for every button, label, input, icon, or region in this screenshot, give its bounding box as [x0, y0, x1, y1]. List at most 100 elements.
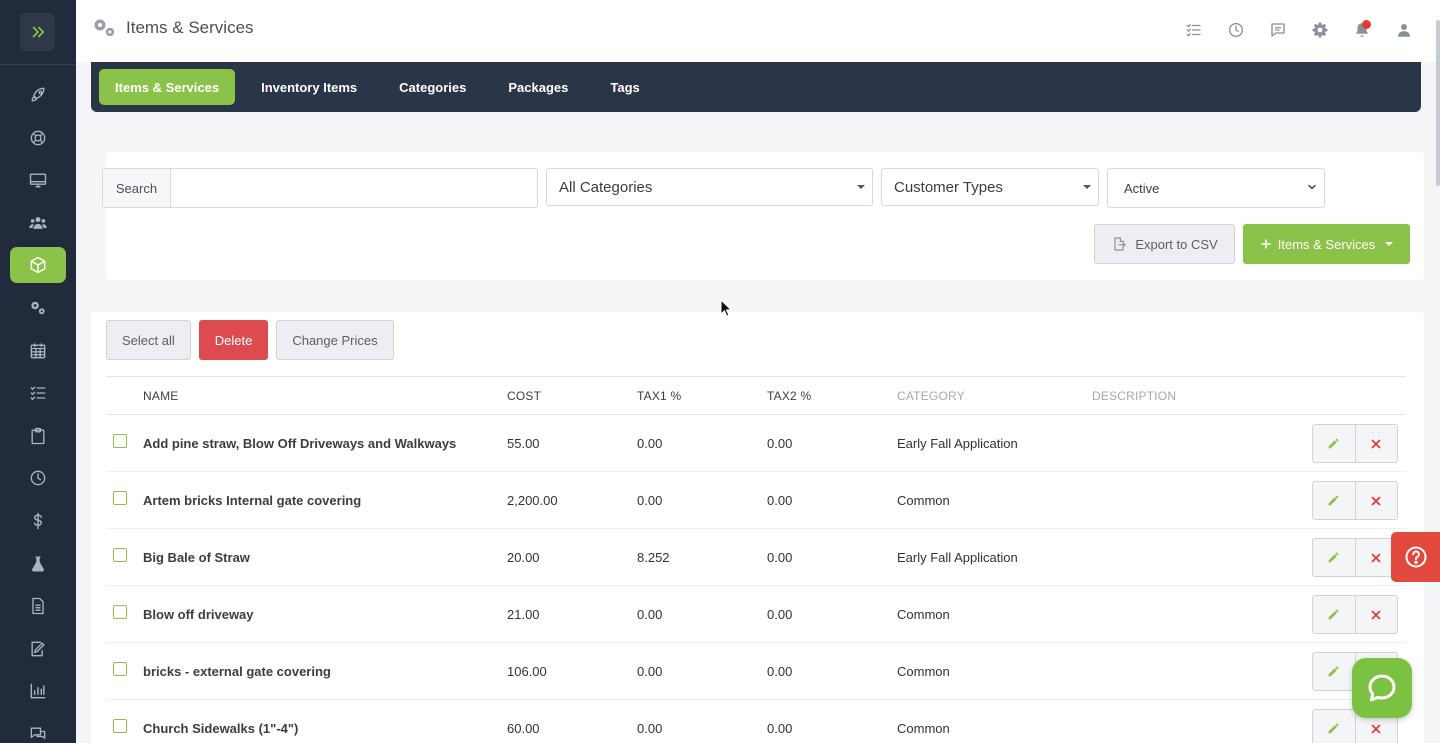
- sidebar: [0, 0, 76, 743]
- pencil-icon: [1328, 609, 1339, 620]
- tab-packages[interactable]: Packages: [492, 69, 584, 105]
- column-header-cost[interactable]: COST: [507, 389, 541, 403]
- pencil-icon: [1328, 723, 1339, 734]
- sidebar-item-customers[interactable]: [10, 205, 66, 241]
- sidebar-item-tasks[interactable]: [10, 375, 66, 411]
- close-icon: [1371, 610, 1381, 619]
- clipboard-icon: [31, 427, 45, 445]
- item-category: Common: [897, 493, 950, 508]
- item-cost: 21.00: [507, 607, 540, 622]
- column-header-tax2[interactable]: TAX2 %: [767, 389, 811, 403]
- category-select[interactable]: All Categories: [546, 168, 873, 206]
- tab-tags[interactable]: Tags: [594, 69, 655, 105]
- search-input[interactable]: [171, 169, 537, 207]
- item-tax1: 8.252: [637, 550, 670, 565]
- sidebar-item-calendar[interactable]: [10, 333, 66, 369]
- edit-button[interactable]: [1313, 710, 1355, 743]
- status-select-value: Active: [1124, 180, 1160, 196]
- sidebar-item-items[interactable]: [10, 247, 66, 283]
- settings-button[interactable]: [1310, 20, 1330, 40]
- item-tax1: 0.00: [637, 721, 663, 736]
- row-checkbox[interactable]: [113, 434, 127, 448]
- sidebar-item-lab[interactable]: [10, 546, 66, 582]
- row-checkbox[interactable]: [113, 491, 127, 505]
- table-row: Add pine straw, Blow Off Driveways and W…: [106, 415, 1406, 472]
- edit-button[interactable]: [1313, 653, 1355, 690]
- notifications-button[interactable]: [1352, 20, 1372, 40]
- edit-document-icon: [31, 641, 45, 657]
- file-export-icon: [1114, 237, 1126, 251]
- export-csv-button[interactable]: Export to CSV: [1094, 224, 1235, 264]
- clock-icon: [1228, 22, 1244, 38]
- close-icon: [1371, 439, 1381, 448]
- pencil-icon: [1328, 495, 1339, 506]
- tasks-button[interactable]: [1184, 20, 1204, 40]
- top-bar: Items & Services: [76, 0, 1440, 62]
- item-tax2: 0.00: [767, 664, 793, 679]
- row-checkbox[interactable]: [113, 719, 127, 733]
- pencil-icon: [1328, 438, 1339, 449]
- sidebar-item-monitor[interactable]: [10, 162, 66, 198]
- sidebar-item-clipboard[interactable]: [10, 418, 66, 454]
- history-button[interactable]: [1226, 20, 1246, 40]
- row-checkbox[interactable]: [113, 662, 127, 676]
- messages-button[interactable]: [1268, 20, 1288, 40]
- item-cost: 2,200.00: [507, 493, 558, 508]
- checklist-icon: [1186, 24, 1201, 37]
- remove-button[interactable]: [1354, 425, 1398, 462]
- sidebar-item-dashboard[interactable]: [10, 77, 66, 113]
- sidebar-divider: [0, 64, 76, 65]
- tab-inventory-items[interactable]: Inventory Items: [245, 69, 373, 105]
- column-header-tax1[interactable]: TAX1 %: [637, 389, 681, 403]
- tab-categories[interactable]: Categories: [383, 69, 482, 105]
- help-button[interactable]: [1391, 532, 1440, 582]
- table-header: NAME COST TAX1 % TAX2 % CATEGORY DESCRIP…: [106, 376, 1406, 415]
- tab-items-services[interactable]: Items & Services: [99, 69, 236, 105]
- edit-button[interactable]: [1313, 596, 1355, 633]
- item-category: Early Fall Application: [897, 436, 1018, 451]
- sidebar-item-support[interactable]: [10, 120, 66, 156]
- add-item-dropdown-button[interactable]: Items & Services: [1243, 224, 1410, 264]
- item-cost: 60.00: [507, 721, 540, 736]
- top-toolbar: [1184, 20, 1414, 40]
- item-name: bricks - external gate covering: [143, 664, 331, 679]
- edit-button[interactable]: [1313, 539, 1355, 576]
- edit-button[interactable]: [1313, 482, 1355, 519]
- item-name: Church Sidewalks (1"-4"): [143, 721, 299, 736]
- row-checkbox[interactable]: [113, 605, 127, 619]
- row-actions: [1312, 424, 1398, 463]
- customer-types-select[interactable]: Customer Types: [881, 168, 1099, 206]
- remove-button[interactable]: [1354, 596, 1398, 633]
- edit-button[interactable]: [1313, 425, 1355, 462]
- sidebar-toggle-button[interactable]: [20, 13, 55, 51]
- profile-button[interactable]: [1394, 20, 1414, 40]
- row-checkbox[interactable]: [113, 548, 127, 562]
- sidebar-item-billing[interactable]: [10, 503, 66, 539]
- item-tax2: 0.00: [767, 550, 793, 565]
- remove-button[interactable]: [1354, 482, 1398, 519]
- sidebar-item-messages[interactable]: [10, 716, 66, 743]
- select-all-button[interactable]: Select all: [106, 320, 191, 360]
- sidebar-item-reports[interactable]: [10, 673, 66, 709]
- pencil-icon: [1328, 666, 1339, 677]
- calendar-icon: [30, 343, 46, 359]
- live-chat-button[interactable]: [1352, 658, 1412, 718]
- sidebar-item-documents[interactable]: [10, 588, 66, 624]
- column-header-name[interactable]: NAME: [143, 389, 178, 403]
- chevron-down-icon: [1308, 184, 1316, 190]
- item-tax1: 0.00: [637, 436, 663, 451]
- change-prices-button[interactable]: Change Prices: [276, 320, 394, 360]
- table-row: Artem bricks Internal gate covering 2,20…: [106, 472, 1406, 529]
- sidebar-item-settings[interactable]: [10, 290, 66, 326]
- table-row: Blow off driveway 21.00 0.00 0.00 Common: [106, 586, 1406, 643]
- category-select-value: All Categories: [559, 178, 653, 196]
- item-tax1: 0.00: [637, 664, 663, 679]
- add-item-label: Items & Services: [1277, 236, 1376, 252]
- delete-button[interactable]: Delete: [198, 320, 269, 360]
- page-scrollbar[interactable]: [1436, 20, 1440, 186]
- status-select[interactable]: Active: [1107, 168, 1325, 208]
- row-actions: [1312, 538, 1398, 577]
- sidebar-item-timesheets[interactable]: [10, 460, 66, 496]
- sidebar-item-contracts[interactable]: [10, 631, 66, 667]
- item-category: Common: [897, 607, 950, 622]
